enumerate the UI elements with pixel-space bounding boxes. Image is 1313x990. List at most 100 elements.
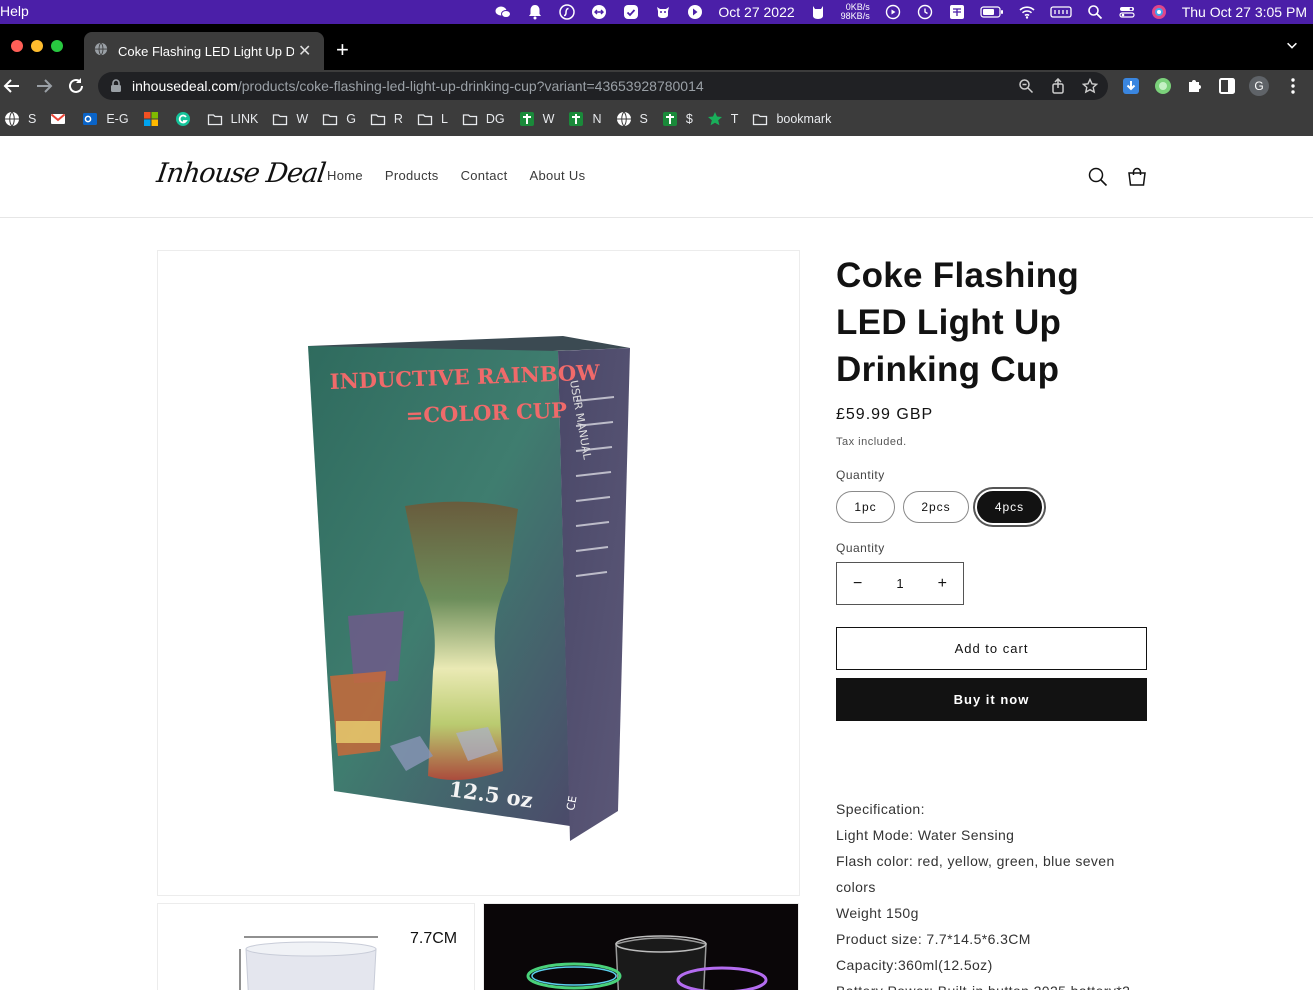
tab-close-icon[interactable]: ✕	[298, 41, 311, 61]
nav-contact[interactable]: Contact	[461, 168, 508, 183]
bookmark-item[interactable]: T	[707, 111, 738, 127]
teamviewer-icon[interactable]	[590, 4, 608, 20]
script-icon[interactable]	[558, 4, 576, 20]
zoom-icon[interactable]	[1018, 78, 1034, 94]
product-box-illustration: INDUCTIVE RAINBOW =COLOR CUP USER MANUAL…	[308, 336, 630, 841]
bookmark-label: S	[639, 112, 648, 126]
battery-icon[interactable]	[980, 4, 1004, 20]
folder-icon	[752, 111, 768, 127]
bookmark-label: W	[542, 112, 555, 126]
memory-icon[interactable]	[1050, 4, 1072, 20]
siri-icon[interactable]	[1150, 4, 1168, 20]
cow-icon[interactable]	[654, 4, 672, 20]
grammarly-icon	[175, 111, 191, 127]
bookmark-item[interactable]: W	[272, 111, 308, 127]
tab-title: Coke Flashing LED Light Up Drinking Cup	[118, 43, 294, 59]
control-center-icon[interactable]	[1118, 4, 1136, 20]
green-cross-icon	[662, 111, 678, 127]
bookmark-label: S	[28, 112, 37, 126]
star-icon	[707, 111, 723, 127]
buy-it-now-button[interactable]: Buy it now	[836, 678, 1147, 721]
globe-icon	[94, 42, 108, 61]
add-to-cart-button[interactable]: Add to cart	[836, 627, 1147, 670]
reload-icon[interactable]	[66, 76, 86, 96]
app-menu-help[interactable]: Help	[0, 3, 29, 19]
bookmark-label: bookmark	[776, 112, 832, 126]
side-panel-icon[interactable]	[1217, 76, 1237, 96]
product-main-image[interactable]: INDUCTIVE RAINBOW =COLOR CUP USER MANUAL…	[157, 250, 800, 896]
bookmark-star-icon[interactable]	[1081, 77, 1099, 94]
product-thumbnail-dimensions[interactable]: 7.7CM	[157, 903, 475, 990]
cat-icon[interactable]	[809, 4, 827, 20]
address-bar[interactable]: inhousedeal.com/products/coke-flashing-l…	[98, 72, 1108, 100]
back-arrow-icon[interactable]	[2, 76, 22, 96]
window-minimize-button[interactable]	[31, 40, 43, 52]
profile-avatar[interactable]: G	[1249, 76, 1269, 96]
spotlight-search-icon[interactable]	[1086, 4, 1104, 20]
nav-products[interactable]: Products	[385, 168, 439, 183]
variant-option-1pc[interactable]: 1pc	[836, 491, 895, 523]
bookmark-item[interactable]: $	[662, 111, 693, 127]
bookmark-label: $	[685, 112, 693, 126]
quantity-increase-button[interactable]: +	[938, 575, 947, 593]
quantity-input[interactable]: 1	[896, 576, 903, 591]
chrome-menu-icon[interactable]	[1283, 76, 1303, 96]
download-extension-icon[interactable]	[1121, 76, 1141, 96]
forward-arrow-icon[interactable]	[34, 76, 54, 96]
bookmark-label: N	[592, 112, 602, 126]
share-icon[interactable]	[1050, 77, 1066, 94]
bookmark-item[interactable]: R	[370, 111, 403, 127]
bookmark-item[interactable]	[143, 111, 167, 127]
lock-icon[interactable]	[110, 79, 122, 98]
wifi-icon[interactable]	[1018, 4, 1036, 20]
window-zoom-button[interactable]	[51, 40, 63, 52]
bookmark-item[interactable]: L	[417, 111, 448, 127]
checkmark-app-icon[interactable]	[622, 4, 640, 20]
navigation-arrow-icon[interactable]	[686, 4, 704, 20]
bookmark-item[interactable]: W	[519, 111, 555, 127]
bookmark-label: L	[440, 112, 448, 126]
description-line: Light Mode: Water Sensing	[836, 827, 1015, 843]
menubar-date[interactable]: Oct 27 2022	[718, 4, 794, 20]
time-machine-icon[interactable]	[916, 4, 934, 20]
bookmark-item[interactable]: G	[322, 111, 356, 127]
input-method-icon[interactable]	[948, 4, 966, 20]
bookmark-item[interactable]: S	[4, 111, 36, 127]
search-icon[interactable]	[1087, 166, 1109, 188]
variant-option-2pcs[interactable]: 2pcs	[903, 491, 969, 523]
browser-tab-active[interactable]: Coke Flashing LED Light Up Drinking Cup …	[84, 32, 324, 70]
cart-icon[interactable]	[1126, 166, 1148, 188]
tab-search-chevron-icon[interactable]	[1285, 38, 1299, 57]
wechat-icon[interactable]	[494, 4, 512, 20]
description-line: Flash color: red, yellow, green, blue se…	[836, 853, 1115, 895]
site-logo[interactable]: Inhouse Deal	[155, 158, 327, 189]
description-line: Weight 150g	[836, 905, 919, 921]
nav-home[interactable]: Home	[327, 168, 363, 183]
quantity-decrease-button[interactable]: −	[853, 575, 862, 593]
bookmark-item[interactable]: N	[568, 111, 602, 127]
bookmark-item[interactable]	[175, 111, 199, 127]
variant-option-4pcs[interactable]: 4pcs	[977, 491, 1042, 523]
bookmark-item[interactable]: LINK	[207, 111, 258, 127]
nav-about-us[interactable]: About Us	[530, 168, 586, 183]
description-line: Capacity:360ml(12.5oz)	[836, 957, 993, 973]
notification-bell-icon[interactable]	[526, 4, 544, 20]
bookmark-item[interactable]	[50, 111, 74, 127]
url-text[interactable]: inhousedeal.com/products/coke-flashing-l…	[132, 78, 704, 94]
gmail-icon	[50, 111, 66, 127]
play-circle-icon[interactable]	[884, 4, 902, 20]
green-circle-extension-icon[interactable]	[1153, 76, 1173, 96]
bookmark-item[interactable]: DG	[462, 111, 505, 127]
window-close-button[interactable]	[11, 40, 23, 52]
product-thumbnail-lit-cups[interactable]	[483, 903, 799, 990]
menubar-clock[interactable]: Thu Oct 27 3:05 PM	[1182, 4, 1307, 20]
extensions-puzzle-icon[interactable]	[1185, 76, 1205, 96]
bookmark-item[interactable]: E-G	[82, 111, 129, 127]
main-nav: Home Products Contact About Us	[327, 168, 585, 183]
new-tab-button[interactable]: +	[336, 37, 349, 63]
outlook-icon	[82, 111, 98, 127]
product-price: £59.99 GBP	[836, 406, 934, 423]
bookmark-item[interactable]: bookmark	[752, 111, 831, 127]
bookmark-item[interactable]: S	[616, 111, 648, 127]
browser-tab-strip: Coke Flashing LED Light Up Drinking Cup …	[0, 24, 1313, 70]
